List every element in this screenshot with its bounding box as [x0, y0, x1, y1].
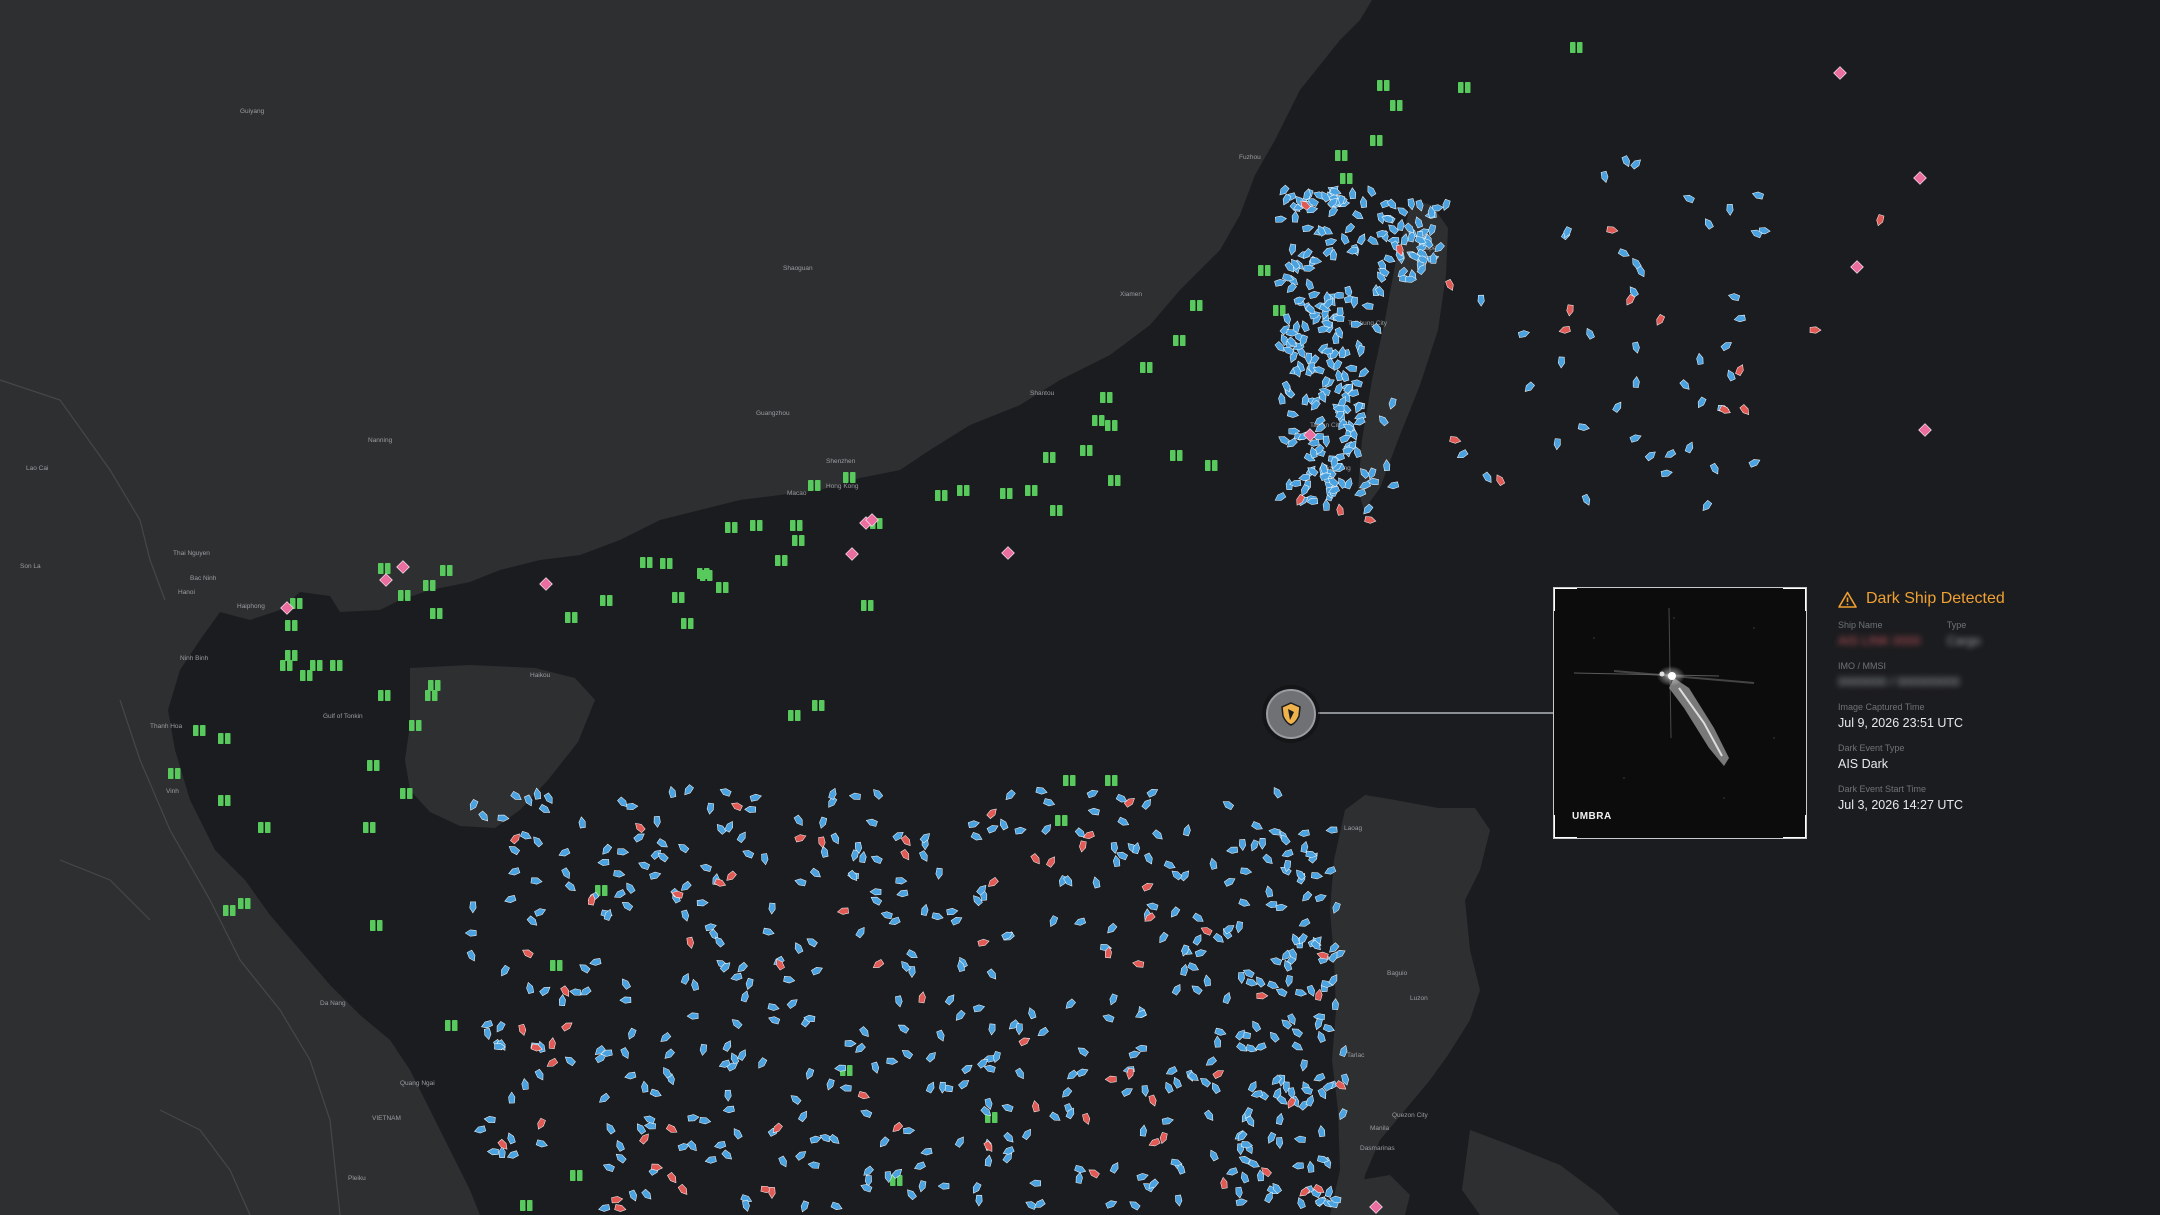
event-start-label: Dark Event Start Time: [1838, 784, 1927, 794]
captured-time-value: Jul 9, 2026 23:51 UTC: [1838, 716, 1964, 730]
city-label: Hong Kong: [826, 483, 859, 490]
city-label: Manila: [1370, 1125, 1390, 1132]
city-label: Fuzhou: [1239, 154, 1261, 161]
city-label: Pleiku: [348, 1175, 366, 1182]
satellite-image[interactable]: UMBRA: [1553, 587, 1807, 839]
type-label: Type: [1946, 620, 1967, 630]
umbra-logo: UMBRA: [1572, 811, 1612, 822]
event-type-label: Dark Event Type: [1838, 743, 1905, 753]
city-label: Luzon: [1410, 995, 1428, 1002]
event-start-value: Jul 3, 2026 14:27 UTC: [1838, 798, 1964, 812]
city-label: Bac Ninh: [190, 575, 217, 582]
city-label: Quang Ngai: [400, 1080, 435, 1087]
event-type-value: AIS Dark: [1838, 757, 1889, 771]
city-label: Shenzhen: [826, 458, 856, 465]
connector-line: [1318, 712, 1553, 714]
selected-dark-ship-marker[interactable]: [1266, 689, 1316, 739]
city-label: Haikou: [530, 672, 551, 679]
warning-triangle-icon: [1838, 591, 1857, 608]
detection-title-text: Dark Ship Detected: [1866, 590, 2005, 607]
ship-name-type-row: Ship Name AIS LINK 0000 Type Cargo: [1838, 620, 2038, 661]
city-label: Shantou: [1030, 390, 1055, 397]
city-label: Da Nang: [320, 1000, 346, 1007]
captured-time-label: Image Captured Time: [1838, 702, 1925, 712]
vessel-shield-icon: [1281, 702, 1301, 726]
city-label: VIETNAM: [372, 1115, 401, 1122]
city-label: Vinh: [166, 788, 179, 795]
city-label: Son La: [20, 563, 41, 570]
city-label: Guangzhou: [756, 410, 790, 417]
city-label: Dasmarinas: [1360, 1145, 1395, 1152]
imo-value: 0000000 / 000000000: [1838, 675, 1960, 689]
city-label: Quezon City: [1392, 1112, 1429, 1119]
city-label: Hanoi: [178, 589, 195, 596]
detection-title: Dark Ship Detected: [1838, 590, 2038, 608]
city-label: Gulf of Tonkin: [323, 713, 363, 720]
detection-info-panel: Dark Ship Detected Ship Name AIS LINK 00…: [1838, 590, 2038, 825]
frame-corner: [1783, 588, 1806, 611]
ship-name-label: Ship Name: [1838, 620, 1883, 630]
frame-corner: [1783, 815, 1806, 838]
city-label: Tarlac: [1347, 1052, 1365, 1059]
city-label: Shaoguan: [783, 265, 813, 272]
city-label: Guiyang: [240, 108, 265, 115]
city-label: Laoag: [1344, 825, 1362, 832]
ship-sar-image: [1554, 588, 1806, 838]
city-label: Baguio: [1387, 970, 1408, 977]
city-label: Ninh Binh: [180, 655, 209, 662]
city-label: Nanning: [368, 437, 393, 444]
city-label: Xiamen: [1120, 291, 1142, 298]
imo-label: IMO / MMSI: [1838, 661, 1886, 671]
ship-name-value: AIS LINK 0000: [1838, 634, 1921, 648]
city-label: Haiphong: [237, 603, 265, 610]
frame-corner: [1554, 588, 1577, 611]
type-value: Cargo: [1946, 634, 1981, 648]
city-label: Thanh Hoa: [150, 723, 183, 730]
city-label: Macao: [787, 490, 807, 497]
map-canvas[interactable]: Guiyang Shaoguan Nanning Guangzhou Shenz…: [0, 0, 2160, 1215]
city-label: Thai Nguyen: [173, 550, 210, 557]
city-label: Lao Cai: [26, 465, 48, 472]
